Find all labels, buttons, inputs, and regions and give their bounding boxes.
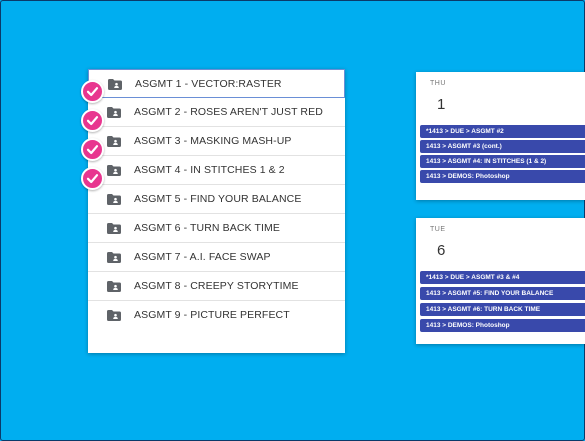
calendar-event[interactable]: 1413 > ASGMT #6: TURN BACK TIME [420,303,585,316]
calendar-event[interactable]: 1413 > ASGMT #4: IN STITCHES (1 & 2) [420,155,585,168]
folder-label: ASGMT 8 - CREEPY STORYTIME [134,280,299,292]
shared-folder-icon [107,107,121,118]
shared-folder-icon [107,136,121,147]
calendar-event[interactable]: 1413 > ASGMT #5: FIND YOUR BALANCE [420,287,585,300]
shared-folder-icon [107,310,121,321]
shared-folder-icon [107,223,121,234]
shared-folder-icon [107,252,121,263]
shared-folder-icon [107,165,121,176]
shared-folder-icon [107,194,121,205]
checkmark-icon [81,80,104,103]
folder-label: ASGMT 7 - A.I. FACE SWAP [134,251,271,263]
calendar-event[interactable]: 1413 > DEMOS: Photoshop [420,170,585,183]
folder-item[interactable]: ASGMT 3 - MASKING MASH-UP [88,127,345,156]
folder-item[interactable]: ASGMT 7 - A.I. FACE SWAP [88,243,345,272]
folder-label: ASGMT 2 - ROSES AREN'T JUST RED [134,106,323,118]
calendar-date[interactable]: 1 [437,96,445,113]
folder-item[interactable]: ASGMT 2 - ROSES AREN'T JUST RED [88,98,345,127]
folder-item[interactable]: ASGMT 6 - TURN BACK TIME [88,214,345,243]
folder-label: ASGMT 5 - FIND YOUR BALANCE [134,193,302,205]
calendar-weekday: THU [430,80,446,87]
calendar-day-panel: TUE 6 *1413 > DUE > ASGMT #3 & #4 1413 >… [416,218,585,344]
folder-label: ASGMT 6 - TURN BACK TIME [134,222,280,234]
calendar-day-panel: THU 1 *1413 > DUE > ASGMT #2 1413 > ASGM… [416,72,585,200]
folder-label: ASGMT 9 - PICTURE PERFECT [134,309,290,321]
folder-list: ASGMT 1 - VECTOR:RASTER ASGMT 2 - ROSES … [88,69,345,353]
calendar-event[interactable]: *1413 > DUE > ASGMT #3 & #4 [420,271,585,284]
checkmark-icon [81,109,104,132]
checkmark-icon [81,167,104,190]
calendar-weekday: TUE [430,226,446,233]
folder-item[interactable]: ASGMT 8 - CREEPY STORYTIME [88,272,345,301]
folder-item[interactable]: ASGMT 4 - IN STITCHES 1 & 2 [88,156,345,185]
checkmark-icon [81,138,104,161]
folder-item[interactable]: ASGMT 1 - VECTOR:RASTER [88,69,345,98]
calendar-event[interactable]: 1413 > ASGMT #3 (cont.) [420,140,585,153]
calendar-event[interactable]: *1413 > DUE > ASGMT #2 [420,125,585,138]
folder-label: ASGMT 3 - MASKING MASH-UP [134,135,292,147]
shared-folder-icon [107,281,121,292]
folder-label: ASGMT 4 - IN STITCHES 1 & 2 [134,164,285,176]
folder-label: ASGMT 1 - VECTOR:RASTER [135,78,282,90]
folder-item[interactable]: ASGMT 5 - FIND YOUR BALANCE [88,185,345,214]
calendar-event[interactable]: 1413 > DEMOS: Photoshop [420,319,585,332]
folder-item[interactable]: ASGMT 9 - PICTURE PERFECT [88,301,345,330]
shared-folder-icon [108,79,122,90]
calendar-date[interactable]: 6 [437,242,445,259]
